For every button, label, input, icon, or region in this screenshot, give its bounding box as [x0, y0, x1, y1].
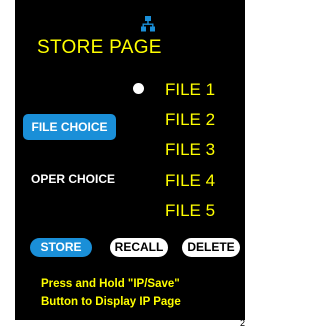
delete-button[interactable]: DELETE [182, 238, 240, 257]
recall-button[interactable]: RECALL [110, 238, 168, 257]
file-item-1[interactable]: FILE 1 [165, 80, 215, 100]
hint-line-1: Press and Hold "IP/Save" [41, 278, 180, 290]
file-item-2[interactable]: FILE 2 [165, 110, 215, 130]
oper-choice-button[interactable]: OPER CHOICE [31, 172, 115, 186]
store-button[interactable]: STORE [30, 238, 92, 257]
file-item-5[interactable]: FILE 5 [165, 201, 215, 221]
page-title: STORE PAGE [37, 37, 162, 58]
store-page-screen: STORE PAGE FILE 1 FILE 2 FILE 3 FILE 4 F… [15, 0, 245, 320]
file-item-4[interactable]: FILE 4 [165, 171, 215, 191]
file-choice-button[interactable]: FILE CHOICE [23, 114, 116, 140]
hint-line-2: Button to Display IP Page [41, 296, 181, 308]
corner-text: 2 [240, 318, 246, 328]
selected-file-indicator [133, 83, 144, 94]
network-icon [141, 16, 155, 32]
file-item-3[interactable]: FILE 3 [165, 140, 215, 160]
